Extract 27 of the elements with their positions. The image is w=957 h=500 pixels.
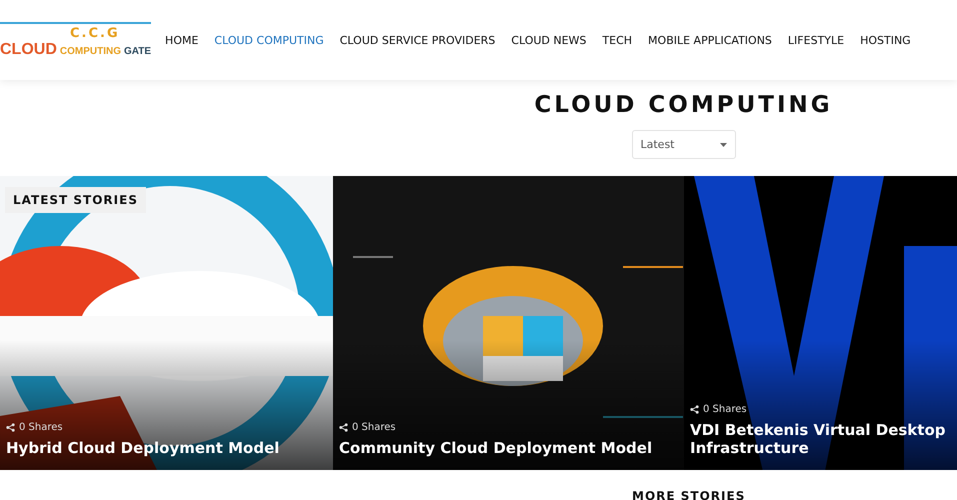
nav-link[interactable]: HOSTING <box>860 34 911 46</box>
share-count: 0 Shares <box>19 422 63 433</box>
nav-link[interactable]: CLOUD SERVICE PROVIDERS <box>340 34 496 46</box>
nav-link[interactable]: LIFESTYLE <box>788 34 844 46</box>
share-count: 0 Shares <box>352 422 396 433</box>
section-badge: LATEST STORIES <box>5 187 146 213</box>
nav-link[interactable]: CLOUD COMPUTING <box>214 34 324 46</box>
story-title[interactable]: VDI Betekenis Virtual Desktop Infrastructure <box>690 421 947 457</box>
nav-link[interactable]: MOBILE APPLICATIONS <box>648 34 772 46</box>
share-icon[interactable] <box>690 405 699 414</box>
story-title[interactable]: Hybrid Cloud Deployment Model <box>6 439 323 457</box>
share-count: 0 Shares <box>703 404 747 415</box>
logo[interactable]: C.C.G CLOUD COMPUTING GATE <box>0 22 152 58</box>
logo-word: COMPUTING <box>60 46 121 56</box>
nav-link[interactable]: HOME <box>165 34 198 46</box>
share-icon[interactable] <box>339 423 348 432</box>
story-title[interactable]: Community Cloud Deployment Model <box>339 439 674 457</box>
section-heading: MORE STORIES <box>632 490 746 500</box>
sort-dropdown[interactable]: Latest <box>632 130 736 159</box>
logo-word: GATE <box>124 46 152 56</box>
caret-icon <box>720 142 726 146</box>
page-title: CLOUD COMPUTING <box>534 92 833 118</box>
logo-initials: C.C.G <box>70 26 121 40</box>
nav-link[interactable]: CLOUD NEWS <box>511 34 586 46</box>
logo-word: CLOUD <box>0 40 57 58</box>
nav-link[interactable]: TECH <box>602 34 632 46</box>
share-icon[interactable] <box>6 423 15 432</box>
